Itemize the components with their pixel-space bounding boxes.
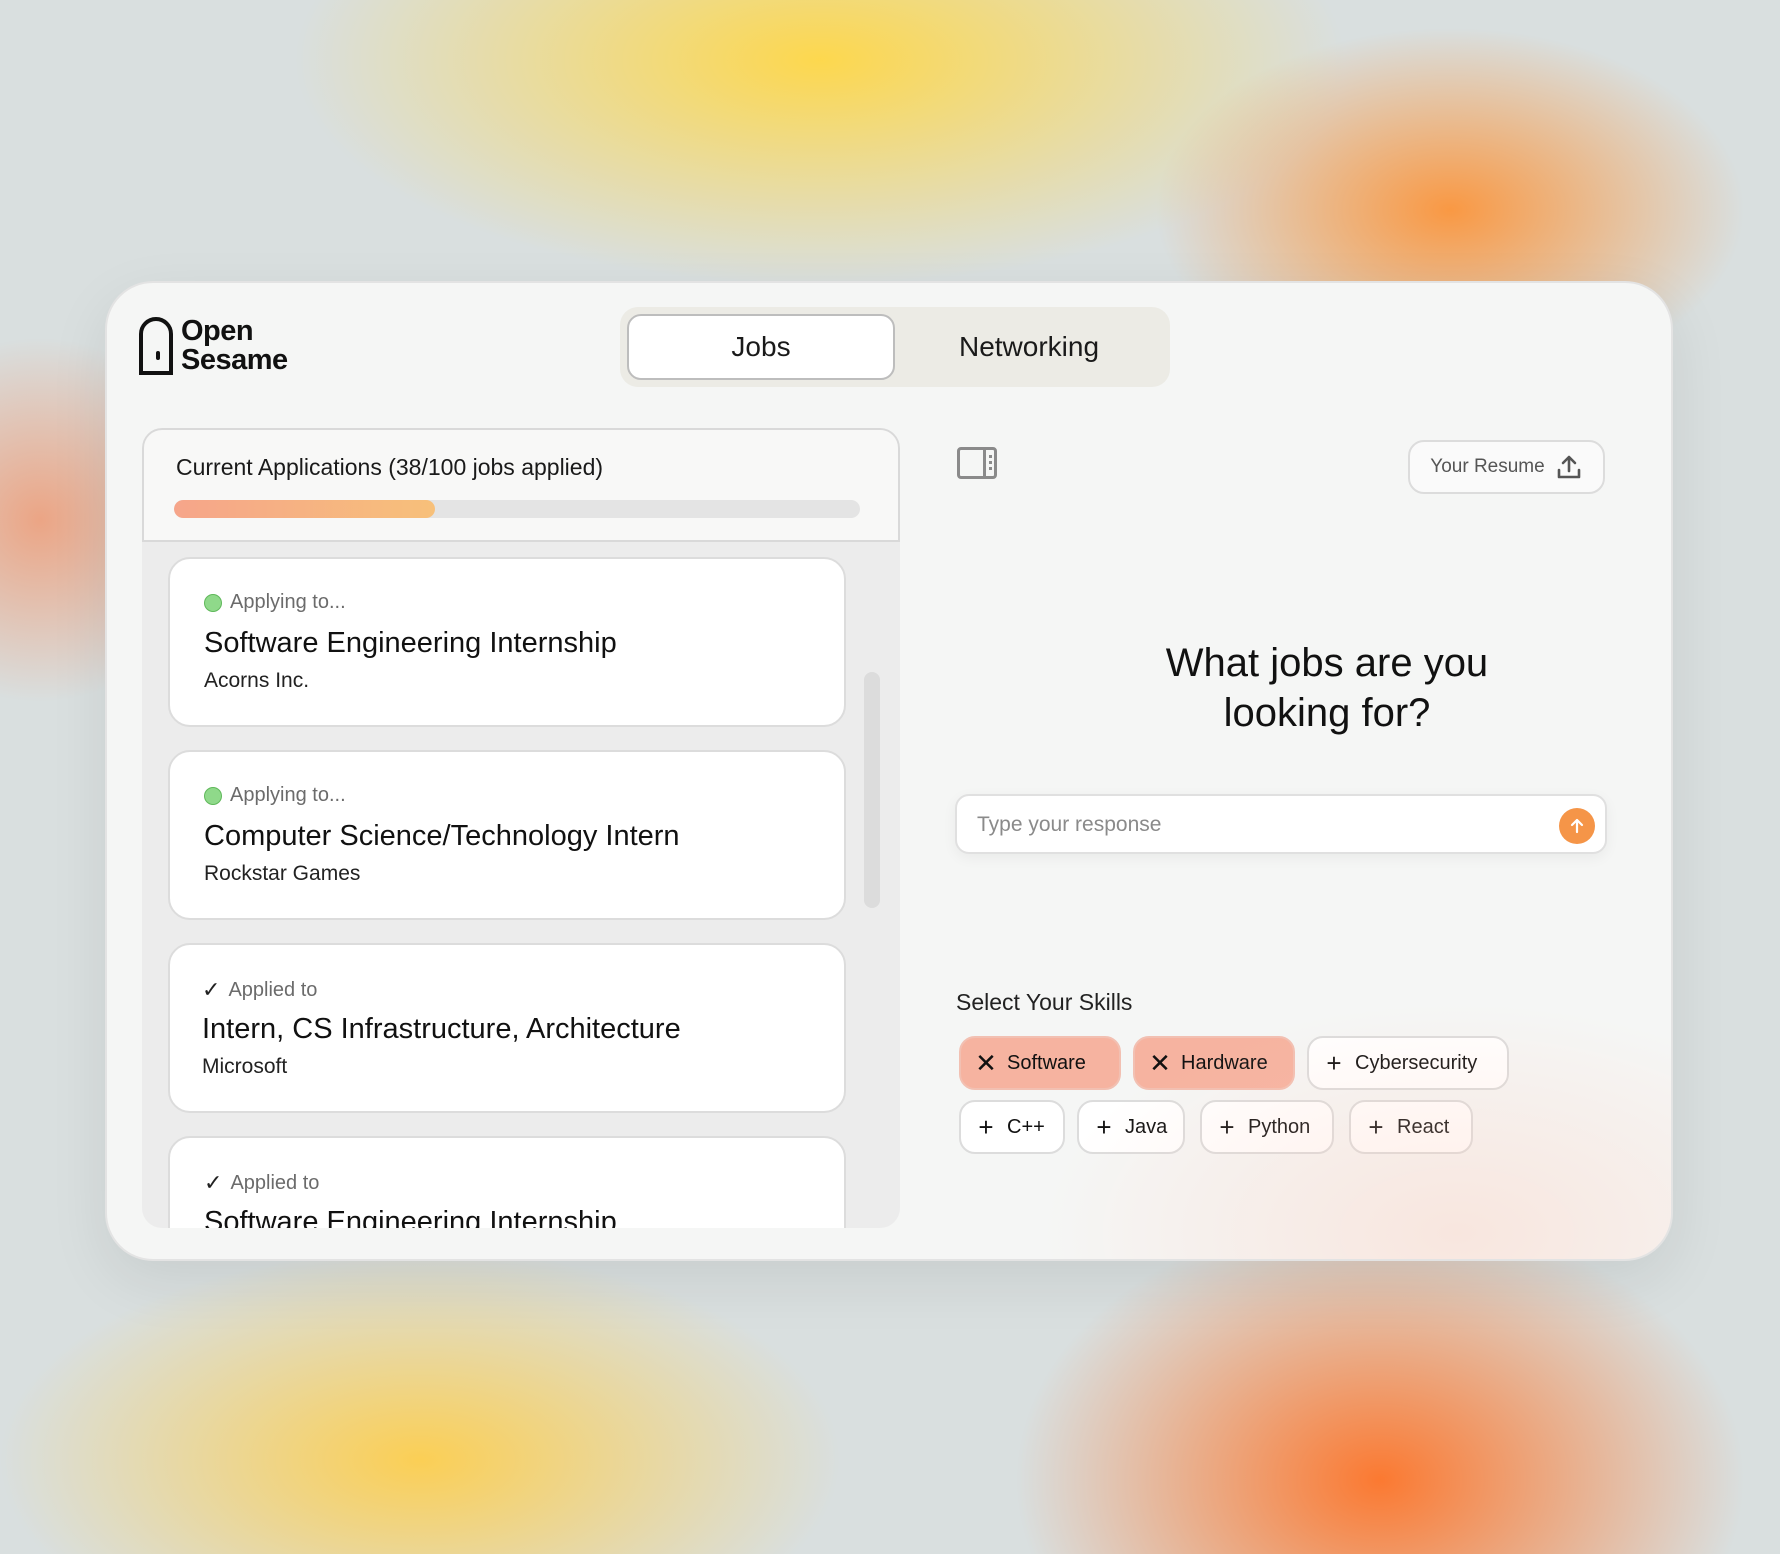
job-company: Microsoft [202, 1055, 288, 1078]
skill-chip-cpp[interactable]: + C++ [959, 1100, 1065, 1154]
logo-text: Open Sesame [181, 317, 288, 375]
logo-line-2: Sesame [181, 344, 288, 376]
add-icon: + [978, 1112, 994, 1142]
job-status-label: Applied to [230, 1171, 320, 1194]
job-status: ✓ Applied to [204, 1170, 319, 1196]
tab-networking[interactable]: Networking [895, 314, 1163, 380]
job-card[interactable]: ✓ Applied to Intern, CS Infrastructure, … [168, 943, 846, 1113]
remove-icon: ✕ [1149, 1048, 1171, 1078]
job-title: Computer Science/Technology Intern [204, 820, 680, 852]
checkmark-icon: ✓ [204, 1170, 223, 1195]
job-company: Acorns Inc. [204, 669, 310, 692]
response-input[interactable] [977, 806, 1537, 844]
add-icon: + [1326, 1048, 1342, 1078]
skill-chip-software[interactable]: ✕ Software [959, 1036, 1121, 1090]
skill-chip-cybersecurity[interactable]: + Cybersecurity [1307, 1036, 1509, 1090]
job-status-label: Applying to... [230, 784, 346, 806]
logo[interactable]: Open Sesame [139, 317, 288, 375]
your-resume-button[interactable]: Your Resume [1408, 440, 1605, 494]
tab-jobs[interactable]: Jobs [627, 314, 896, 380]
job-card[interactable]: Applying to... Computer Science/Technolo… [168, 750, 846, 920]
progress-bar [174, 500, 860, 518]
skill-chip-label: Cybersecurity [1355, 1051, 1478, 1074]
job-title: Software Engineering Internship [204, 1206, 617, 1228]
tab-bar: Jobs Networking [620, 307, 1170, 387]
remove-icon: ✕ [975, 1048, 997, 1078]
skill-chip-label: Software [1007, 1051, 1086, 1074]
job-company: Rockstar Games [204, 862, 361, 885]
skill-chip-python[interactable]: + Python [1200, 1100, 1334, 1154]
skill-chip-label: C++ [1007, 1115, 1045, 1138]
response-box [955, 794, 1607, 854]
skill-chip-label: Python [1248, 1115, 1311, 1138]
door-icon [139, 317, 173, 375]
applications-title: Current Applications (38/100 jobs applie… [176, 454, 604, 480]
job-status: Applying to... [204, 784, 346, 807]
sidebar-toggle-icon[interactable] [957, 447, 997, 479]
job-title: Software Engineering Internship [204, 627, 617, 659]
status-dot-icon [204, 786, 222, 805]
status-dot-icon [204, 593, 222, 612]
add-icon: + [1096, 1112, 1112, 1142]
job-title: Intern, CS Infrastructure, Architecture [202, 1013, 681, 1045]
skill-chip-java[interactable]: + Java [1077, 1100, 1185, 1154]
skill-chip-label: Hardware [1181, 1051, 1268, 1074]
prompt-headline-line-1: What jobs are you [1165, 641, 1489, 685]
job-status-label: Applying to... [230, 591, 346, 613]
resume-button-label: Your Resume [1430, 456, 1545, 477]
applications-progress-card: Current Applications (38/100 jobs applie… [142, 428, 900, 542]
applications-panel: Current Applications (38/100 jobs applie… [142, 428, 900, 1228]
skill-chip-hardware[interactable]: ✕ Hardware [1133, 1036, 1295, 1090]
job-status: Applying to... [204, 591, 346, 614]
skill-chip-label: Java [1125, 1115, 1168, 1138]
arrow-up-icon [1570, 818, 1584, 834]
upload-icon [1557, 455, 1581, 479]
logo-line-1: Open [181, 315, 254, 347]
skill-chip-label: React [1397, 1115, 1450, 1138]
add-icon: + [1368, 1112, 1384, 1142]
job-list-scrollbar[interactable] [864, 672, 880, 908]
prompt-headline: What jobs are you looking for? [1007, 638, 1647, 738]
job-status-label: Applied to [228, 978, 318, 1001]
progress-bar-fill [174, 500, 435, 518]
checkmark-icon: ✓ [202, 977, 221, 1002]
job-card[interactable]: ✓ Applied to Software Engineering Intern… [168, 1136, 846, 1228]
skill-chip-react[interactable]: + React [1349, 1100, 1473, 1154]
app-window: Open Sesame Jobs Networking Current Appl… [105, 281, 1673, 1261]
send-button[interactable] [1559, 808, 1595, 844]
prompt-headline-line-2: looking for? [1223, 691, 1431, 735]
job-status: ✓ Applied to [202, 977, 317, 1003]
job-list[interactable]: Applying to... Software Engineering Inte… [142, 542, 900, 1228]
skills-label: Select Your Skills [956, 989, 1133, 1015]
job-card[interactable]: Applying to... Software Engineering Inte… [168, 557, 846, 727]
add-icon: + [1219, 1112, 1235, 1142]
